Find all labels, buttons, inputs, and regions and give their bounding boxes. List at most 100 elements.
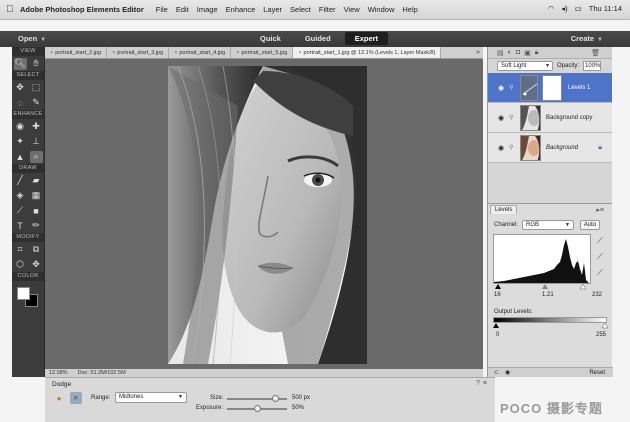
dodge-tool-icon[interactable]: ⌕ — [70, 392, 82, 404]
red-eye-icon[interactable]: ◉ — [14, 121, 27, 133]
exposure-slider-knob[interactable] — [254, 405, 261, 412]
menu-file[interactable]: File — [156, 5, 168, 14]
smart-brush-icon[interactable]: ✦ — [14, 136, 27, 148]
zoom-level[interactable]: 12.08% — [49, 370, 68, 376]
menu-help[interactable]: Help — [402, 5, 417, 14]
hand-icon[interactable]: ✋︎ — [30, 58, 43, 70]
marquee-icon[interactable]: ⬚ — [30, 82, 43, 94]
input-gamma[interactable]: 1.21 — [542, 292, 554, 298]
layer-name[interactable]: Background — [546, 145, 578, 151]
close-icon[interactable]: × — [174, 50, 177, 56]
pencil-icon[interactable]: ✏︎ — [30, 220, 43, 232]
eye-icon[interactable]: ◉ — [498, 114, 504, 122]
size-slider-knob[interactable] — [272, 395, 279, 402]
app-name[interactable]: Adobe Photoshop Elements Editor — [20, 5, 144, 14]
layer-name[interactable]: Background copy — [546, 115, 592, 121]
lock-icon[interactable]: 🔒︎ — [598, 144, 602, 152]
range-select[interactable]: Midtones ▼ — [115, 392, 187, 403]
lock-icon[interactable]: 🔒︎ — [535, 49, 539, 57]
foreground-color-swatch[interactable] — [17, 287, 30, 300]
layer-mask-thumbnail[interactable] — [542, 74, 562, 101]
adjustment-layer-icon[interactable]: ◐ — [508, 49, 512, 56]
channel-select[interactable]: RGB ▼ — [522, 220, 574, 230]
text-icon[interactable]: T — [14, 220, 27, 232]
auto-button[interactable]: Auto — [580, 220, 600, 230]
create-button[interactable]: Create ▼ — [571, 34, 603, 43]
sponge-icon[interactable]: ⌕ — [29, 150, 43, 163]
menu-layer[interactable]: Layer — [263, 5, 282, 14]
crop-icon[interactable]: ⌗ — [14, 244, 27, 256]
apple-menu-icon[interactable]:  — [6, 4, 20, 15]
zoom-icon[interactable]: 🔍︎ — [13, 57, 27, 70]
shape-icon[interactable]: ■ — [30, 205, 43, 217]
recompose-icon[interactable]: ⧉ — [30, 244, 43, 256]
gradient-icon[interactable]: ▦ — [30, 190, 43, 202]
menu-enhance[interactable]: Enhance — [226, 5, 256, 14]
link-icon[interactable]: ⚲ — [509, 114, 513, 121]
layer-row[interactable]: ◉ ⚲ Levels 1 — [488, 73, 612, 103]
burn-tool-icon[interactable]: ● — [53, 392, 65, 404]
help-icon[interactable]: ? — [476, 380, 480, 387]
blur-icon[interactable]: ▲ — [14, 151, 27, 163]
eye-icon[interactable]: ◉ — [498, 144, 504, 152]
white-point-eyedropper-icon[interactable]: ⟋ — [597, 268, 603, 278]
menu-filter[interactable]: Filter — [319, 5, 336, 14]
eraser-icon[interactable]: ▰ — [30, 175, 43, 187]
black-point-eyedropper-icon[interactable]: ⟋ — [597, 236, 603, 246]
layer-row[interactable]: ◉ ⚲ Background 🔒︎ — [488, 133, 612, 163]
clone-stamp-icon[interactable]: ⊥ — [30, 136, 43, 148]
menu-image[interactable]: Image — [197, 5, 218, 14]
mode-guided[interactable]: Guided — [295, 32, 341, 45]
doc-tab-active[interactable]: × portrait_start_1.jpg @ 12.1% (Levels 1,… — [293, 47, 442, 58]
spot-healing-icon[interactable]: ✚ — [30, 121, 43, 133]
blend-mode-select[interactable]: Soft Light ▼ — [497, 61, 553, 71]
layer-name[interactable]: Levels 1 — [568, 85, 590, 91]
quick-select-icon[interactable]: ✎ — [30, 97, 43, 109]
mode-quick[interactable]: Quick — [250, 32, 291, 45]
trash-icon[interactable]: 🗑︎ — [591, 49, 600, 57]
battery-icon[interactable]: ▭ — [575, 4, 582, 13]
content-move-icon[interactable]: ✥ — [30, 259, 43, 271]
close-icon[interactable]: × — [50, 50, 53, 56]
opacity-input[interactable]: 100% — [583, 61, 602, 71]
levels-tab[interactable]: Levels — [490, 205, 518, 214]
eye-icon[interactable]: ◉ — [498, 84, 504, 92]
portrait-photo[interactable] — [168, 66, 367, 364]
exposure-value[interactable]: 50% — [292, 405, 304, 411]
new-layer-icon[interactable]: ▤ — [497, 49, 504, 57]
doc-tab[interactable]: × portrait_start_3.jpg — [107, 47, 170, 58]
mode-expert[interactable]: Expert — [344, 32, 389, 45]
close-icon[interactable]: × — [236, 50, 239, 56]
wifi-icon[interactable]: ◠ — [548, 4, 555, 13]
output-white[interactable]: 255 — [596, 332, 606, 338]
input-white[interactable]: 232 — [592, 292, 602, 298]
output-black[interactable]: 0 — [496, 332, 499, 338]
move-icon[interactable]: ✥ — [14, 82, 27, 94]
lock-transparency-icon[interactable]: ▣ — [524, 49, 531, 57]
paint-bucket-icon[interactable]: ◈ — [14, 190, 27, 202]
gray-point-eyedropper-icon[interactable]: ⟋ — [597, 252, 603, 262]
canvas[interactable] — [45, 59, 483, 369]
visibility-icon[interactable]: ◉ — [505, 369, 510, 376]
close-icon[interactable]: × — [298, 50, 301, 56]
input-sliders[interactable] — [493, 284, 591, 290]
input-black[interactable]: 16 — [494, 292, 501, 298]
color-picker-icon[interactable]: ⟋ — [14, 205, 27, 217]
straighten-icon[interactable]: ⬡ — [14, 259, 27, 271]
close-icon[interactable]: × — [112, 50, 115, 56]
menu-select[interactable]: Select — [290, 5, 311, 14]
size-value[interactable]: 500 px — [292, 395, 310, 401]
tabs-overflow-icon[interactable]: » — [473, 47, 483, 58]
open-button[interactable]: Open ▼ — [18, 34, 46, 43]
menu-edit[interactable]: Edit — [176, 5, 189, 14]
mask-icon[interactable]: ◘ — [516, 49, 520, 56]
clip-to-layer-icon[interactable]: ⊂ — [494, 369, 499, 376]
output-sliders[interactable] — [493, 323, 609, 329]
link-icon[interactable]: ⚲ — [509, 84, 513, 91]
panel-menu-icon[interactable]: ▸≡ — [596, 206, 604, 214]
menu-view[interactable]: View — [344, 5, 360, 14]
doc-tab[interactable]: × portrait_start_2.jpg — [45, 47, 108, 58]
reset-button[interactable]: Reset — [589, 370, 605, 376]
brush-icon[interactable]: ╱ — [14, 175, 27, 187]
menu-icon[interactable]: ≡ — [483, 380, 487, 387]
